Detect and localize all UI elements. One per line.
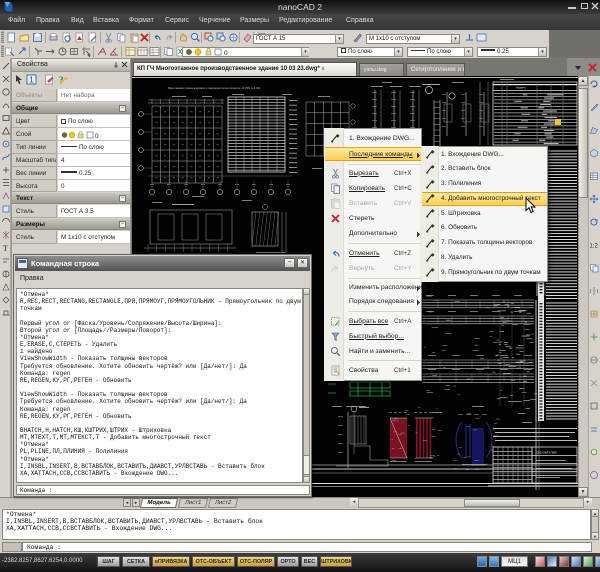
svg-text:T: T bbox=[3, 244, 8, 253]
svg-text:0: 0 bbox=[224, 50, 228, 56]
svg-text:Наимен.: Наимен. bbox=[516, 86, 526, 90]
svg-text:1:2: 1:2 bbox=[590, 244, 599, 250]
svg-text:Монтажная схема каркаса и пере: Монтажная схема каркаса и перекрытия на … bbox=[168, 86, 260, 90]
svg-text:1: 1 bbox=[29, 76, 34, 85]
svg-text:?: ? bbox=[59, 75, 64, 85]
